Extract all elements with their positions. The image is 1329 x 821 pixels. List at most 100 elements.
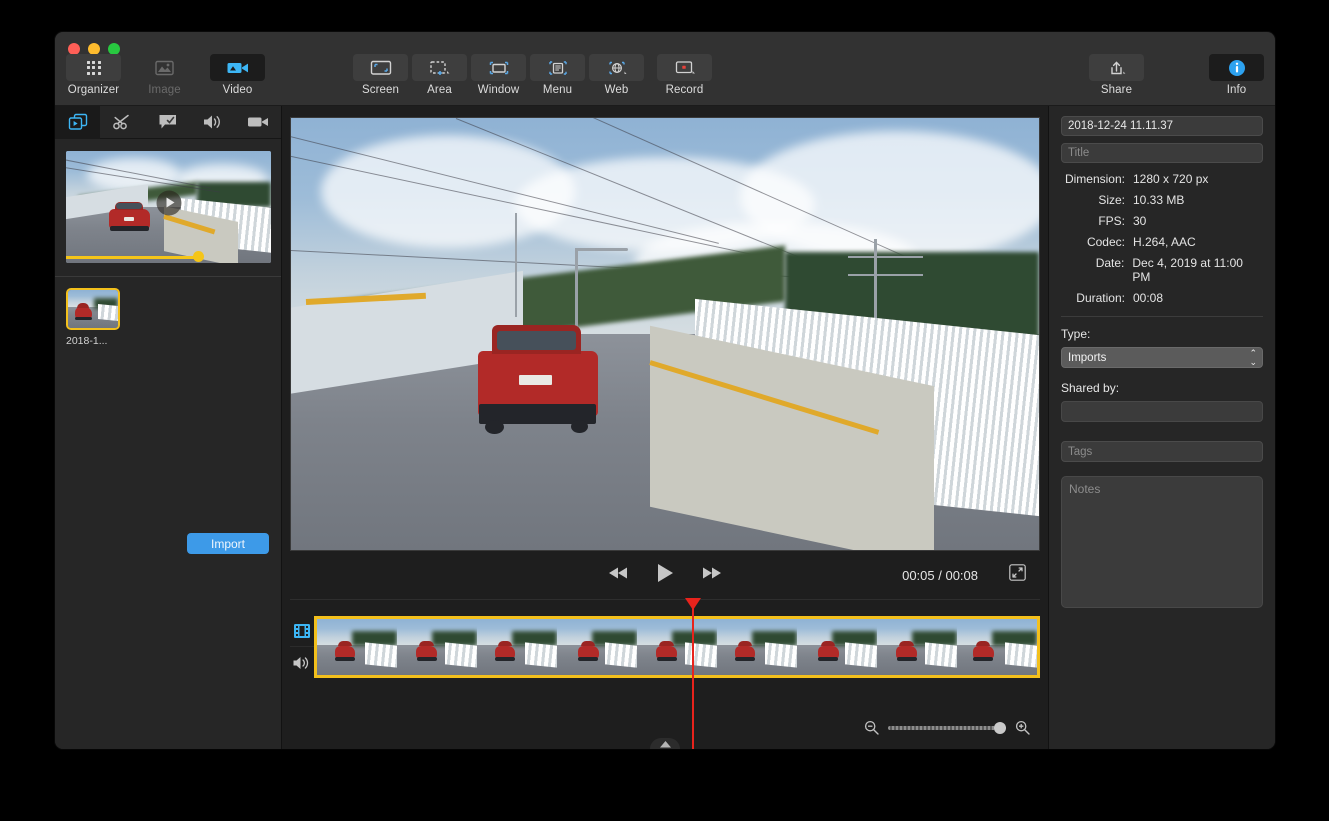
left-sidebar: 2018-1... Import: [55, 105, 282, 749]
play-button[interactable]: [655, 562, 675, 589]
toolbar-label-video: Video: [222, 84, 253, 96]
clip-thumbnail-list: 2018-1...: [55, 277, 281, 749]
collapse-timeline-button[interactable]: [650, 738, 680, 749]
timeline-frame: [477, 619, 557, 675]
rewind-button[interactable]: [608, 566, 630, 585]
metadata-value: Dec 4, 2019 at 11:00 PM: [1132, 256, 1243, 284]
callout-icon: [159, 115, 176, 129]
chevron-up-icon: [659, 741, 671, 748]
video-preview[interactable]: [290, 117, 1040, 551]
sidebar-tool-camera[interactable]: [235, 106, 280, 139]
toolbar-label-window: Window: [477, 84, 520, 96]
main-body: 2018-1... Import 00:05 / 00:08 2018-12-2…: [55, 105, 1275, 749]
sidebar-tool-clips[interactable]: [55, 105, 100, 139]
media-clips-icon: [68, 113, 87, 130]
toolbar-label-organizer: Organizer: [67, 84, 120, 96]
timeline: [290, 598, 1040, 749]
toolbar-item-screen[interactable]: Screen: [353, 54, 408, 96]
toolbar-item-window[interactable]: Window: [471, 54, 526, 96]
toolbar-item-organizer[interactable]: Organizer: [66, 54, 121, 96]
toolbar-label-area: Area: [427, 84, 452, 96]
screen-capture-icon: [353, 54, 408, 81]
toolbar-item-web[interactable]: Web: [589, 54, 644, 96]
metadata-value: 10.33 MB: [1133, 193, 1185, 207]
toolbar-label-image: Image: [148, 84, 181, 96]
shared-by-label: Shared by:: [1061, 381, 1120, 395]
camcorder-icon: [247, 117, 268, 127]
metadata-value: 00:08: [1133, 291, 1164, 305]
scissors-icon: [112, 114, 129, 130]
metadata-key: Size:: [1098, 193, 1125, 207]
metadata-key: Codec:: [1086, 235, 1125, 249]
clip-thumbnail[interactable]: [66, 288, 120, 330]
audio-track-header[interactable]: [290, 647, 314, 678]
menu-capture-icon: [530, 54, 585, 81]
toolbar-label-screen: Screen: [361, 84, 400, 96]
video-track-header[interactable]: [290, 616, 314, 647]
zoom-in-icon[interactable]: [1015, 720, 1030, 735]
filename-field[interactable]: 2018-12-24 11.11.37: [1061, 116, 1263, 136]
sidebar-tool-trim[interactable]: [100, 106, 145, 139]
toolbar-label-record: Record: [665, 84, 704, 96]
window-capture-icon: [471, 54, 526, 81]
tags-field[interactable]: Tags: [1061, 441, 1263, 462]
track-headers: [290, 610, 314, 749]
metadata-value: H.264, AAC: [1133, 235, 1196, 249]
metadata-list: Dimension: 1280 x 720 px Size: 10.33 MB …: [1061, 172, 1263, 305]
metadata-key: Duration:: [1076, 291, 1125, 305]
timeline-frame: [557, 619, 637, 675]
toolbar-item-area[interactable]: Area: [412, 54, 467, 96]
sidebar-toolbar: [55, 105, 281, 139]
timeline-frame: [877, 619, 957, 675]
list-item[interactable]: 2018-1...: [66, 288, 126, 347]
zoom-out-icon[interactable]: [864, 720, 879, 735]
playhead[interactable]: [684, 598, 701, 749]
time-display: 00:05 / 00:08: [902, 567, 978, 583]
type-select[interactable]: Imports ⌃ ⌄: [1061, 347, 1263, 368]
toolbar: Organizer Image Video Screen Area Window…: [55, 32, 1275, 106]
import-button[interactable]: Import: [187, 533, 269, 554]
type-select-value: Imports: [1068, 351, 1107, 364]
timeline-frame: [797, 619, 877, 675]
toolbar-item-video[interactable]: Video: [210, 54, 265, 96]
title-field[interactable]: Title: [1061, 143, 1263, 163]
sidebar-tool-audio[interactable]: [190, 106, 235, 139]
metadata-key: Date:: [1095, 256, 1125, 270]
toolbar-item-image[interactable]: Image: [137, 54, 192, 96]
speaker-icon: [293, 656, 309, 669]
web-capture-icon: [589, 54, 644, 81]
sidebar-preview[interactable]: [66, 151, 271, 263]
metadata-row-codec: Codec: H.264, AAC: [1061, 235, 1263, 249]
play-icon[interactable]: [156, 190, 181, 216]
toolbar-item-menu[interactable]: Menu: [530, 54, 585, 96]
fullscreen-button[interactable]: [1009, 564, 1026, 586]
notes-field[interactable]: Notes: [1061, 476, 1263, 608]
center-pane: 00:05 / 00:08: [282, 106, 1048, 749]
info-icon: [1209, 54, 1264, 81]
toolbar-item-info[interactable]: Info: [1209, 54, 1264, 96]
share-icon: [1089, 54, 1144, 81]
toolbar-label-share: Share: [1100, 84, 1133, 96]
image-icon: [137, 54, 192, 81]
import-row: Import: [55, 533, 281, 554]
toolbar-item-record[interactable]: Record: [657, 54, 712, 96]
timeline-zoom-controls: [864, 720, 1030, 735]
type-label: Type:: [1061, 327, 1091, 341]
inspector-divider: [1061, 316, 1263, 317]
shared-by-field[interactable]: [1061, 401, 1263, 422]
sidebar-tool-annotate[interactable]: [145, 106, 190, 139]
expand-icon: [1009, 564, 1026, 581]
toolbar-label-web: Web: [604, 84, 629, 96]
timeline-frame: [717, 619, 797, 675]
clip-thumbnail-label: 2018-1...: [66, 335, 108, 347]
timeline-zoom-slider[interactable]: [888, 721, 1006, 734]
fast-forward-button[interactable]: [700, 566, 722, 585]
timeline-clip[interactable]: [314, 616, 1040, 678]
timeline-zoom-knob[interactable]: [994, 721, 1006, 734]
toolbar-item-share[interactable]: Share: [1089, 54, 1144, 96]
speaker-icon: [203, 115, 220, 129]
preview-scrubber[interactable]: [66, 251, 271, 262]
sidebar-preview-wrap: [55, 139, 281, 263]
metadata-row-date: Date: Dec 4, 2019 at 11:00 PM: [1061, 256, 1263, 284]
metadata-key: Dimension:: [1064, 172, 1125, 186]
